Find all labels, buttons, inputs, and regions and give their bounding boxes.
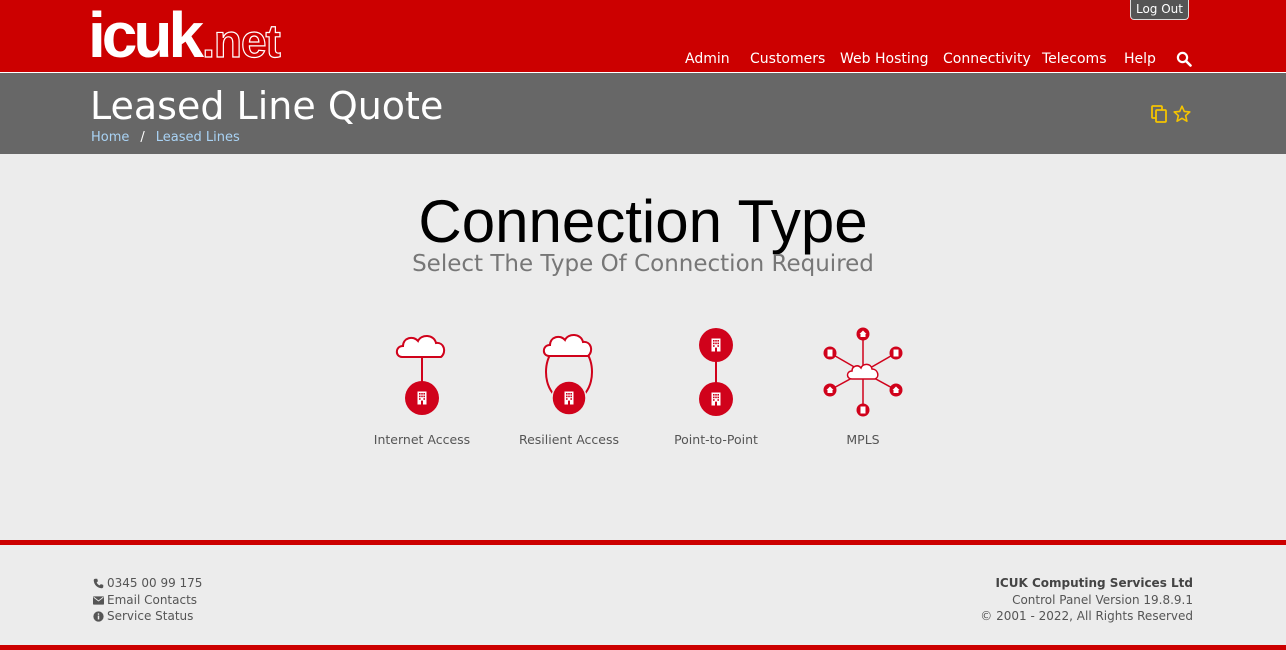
option-resilient-access[interactable]: Resilient Access bbox=[499, 322, 639, 452]
resilient-access-icon bbox=[542, 333, 593, 416]
mpls-icon bbox=[823, 327, 903, 417]
internet-access-icon bbox=[395, 334, 446, 415]
breadcrumb-separator: / bbox=[140, 130, 145, 145]
option-mpls[interactable]: MPLS bbox=[793, 322, 933, 452]
phone-icon bbox=[93, 578, 104, 588]
option-label: Point-to-Point bbox=[674, 432, 758, 447]
breadcrumb-home[interactable]: Home bbox=[91, 130, 129, 145]
nav-help[interactable]: Help bbox=[1124, 49, 1156, 69]
info-icon bbox=[93, 610, 104, 622]
option-point-to-point[interactable]: Point-to-Point bbox=[646, 322, 786, 452]
footer-service-status[interactable]: Service Status bbox=[93, 608, 193, 624]
connection-type-subheading: Select The Type Of Connection Required bbox=[412, 251, 874, 277]
option-internet-access[interactable]: Internet Access bbox=[352, 322, 492, 452]
footer-bottom-bar bbox=[0, 645, 1286, 650]
search-icon[interactable] bbox=[1176, 51, 1192, 67]
nav-connectivity[interactable]: Connectivity bbox=[943, 49, 1031, 69]
service-status-link: Service Status bbox=[107, 609, 194, 623]
email-contacts-link: Email Contacts bbox=[107, 593, 198, 607]
nav-web-hosting[interactable]: Web Hosting bbox=[840, 49, 929, 69]
phone-number: 0345 00 99 175 bbox=[107, 576, 203, 590]
page-title: Leased Line Quote bbox=[90, 84, 444, 128]
nav-telecoms[interactable]: Telecoms bbox=[1042, 49, 1106, 69]
footer-divider bbox=[0, 540, 1286, 545]
envelope-icon bbox=[93, 595, 104, 605]
icuk-logo[interactable]: icuk .net bbox=[88, 0, 281, 71]
nav-admin[interactable]: Admin bbox=[685, 49, 730, 69]
copy-icon[interactable] bbox=[1151, 105, 1167, 123]
nav-customers[interactable]: Customers bbox=[750, 49, 825, 69]
footer-phone[interactable]: 0345 00 99 175 bbox=[93, 575, 202, 591]
option-label: Resilient Access bbox=[518, 432, 620, 447]
logo-main-text: icuk bbox=[88, 0, 204, 71]
star-favourite-icon[interactable] bbox=[1173, 105, 1191, 123]
option-label: MPLS bbox=[846, 432, 880, 447]
copyright: © 2001 - 2022, All Rights Reserved bbox=[980, 609, 1193, 623]
logo-suffix-text: .net bbox=[201, 14, 281, 67]
point-to-point-icon bbox=[699, 328, 733, 416]
footer-email-contacts[interactable]: Email Contacts bbox=[93, 592, 197, 608]
option-label: Internet Access bbox=[373, 432, 471, 447]
connection-type-heading: Connection Type bbox=[418, 188, 868, 255]
breadcrumb: Home / Leased Lines bbox=[91, 129, 240, 147]
company-name: ICUK Computing Services Ltd bbox=[995, 576, 1193, 590]
breadcrumb-leased-lines[interactable]: Leased Lines bbox=[156, 130, 240, 145]
logout-button[interactable]: Log Out bbox=[1130, 0, 1189, 20]
panel-version: Control Panel Version 19.8.9.1 bbox=[1012, 593, 1193, 607]
